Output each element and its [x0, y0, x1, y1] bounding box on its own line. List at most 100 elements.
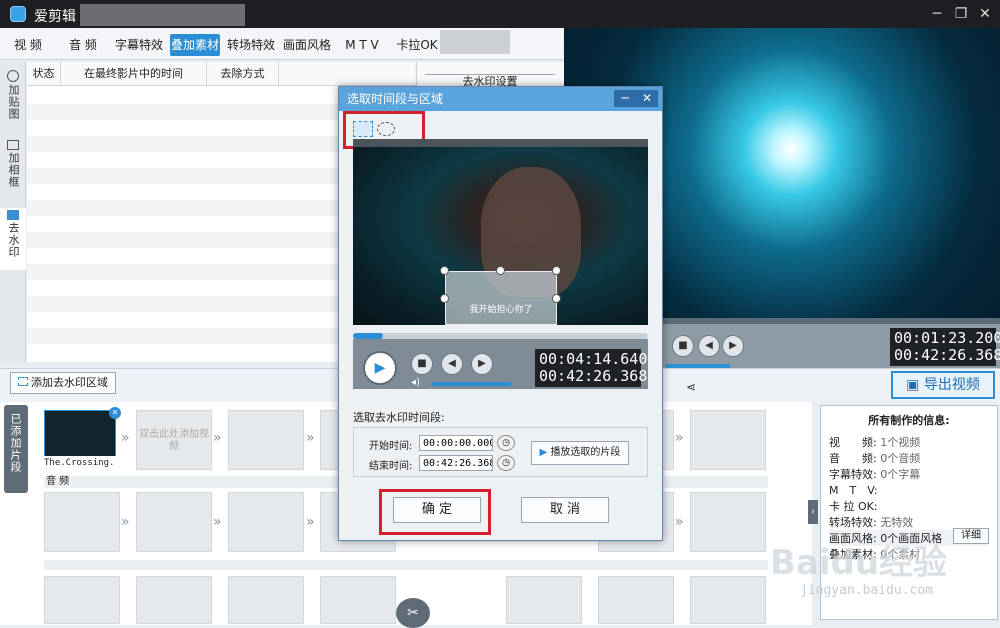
audio-slot[interactable] — [44, 492, 120, 552]
resize-handle[interactable] — [440, 266, 449, 275]
collapse-panel-icon[interactable]: › — [808, 500, 818, 524]
next-frame-icon[interactable]: ▶ — [722, 335, 744, 357]
tab-video[interactable]: 视 频 — [6, 34, 50, 56]
watermark-url: jingyan.baidu.com — [800, 583, 934, 598]
ok-button[interactable]: 确 定 — [393, 497, 481, 523]
video-slot[interactable] — [690, 410, 766, 470]
export-icon: ▣ — [906, 377, 920, 393]
watermark-icon — [7, 210, 19, 220]
info-row-video: 视 频: 1个视频 — [829, 436, 921, 449]
arrow-icon: » — [213, 430, 222, 446]
info-row-transition: 转场特效: 无特效 — [829, 516, 914, 529]
set-start-clock-icon[interactable]: ◷ — [497, 435, 515, 451]
arrow-icon: » — [675, 430, 684, 446]
section-title: 选取去水印时间段: — [353, 411, 445, 424]
dialog-stop-icon[interactable]: ■ — [411, 353, 433, 375]
tab-overlay[interactable]: 叠加素材 — [170, 34, 220, 56]
set-end-clock-icon[interactable]: ◷ — [497, 455, 515, 471]
cancel-button[interactable]: 取 消 — [521, 497, 609, 523]
preview-time-readout: 00:01:23.200 00:42:26.368 — [890, 328, 1000, 366]
video-subtitle-text: 我开始担心你了 — [469, 305, 533, 315]
tab-mtv[interactable]: M T V — [340, 34, 384, 56]
add-watermark-area-button[interactable]: 添加去水印区域 — [10, 372, 116, 394]
detail-button[interactable]: 详细 — [953, 528, 989, 544]
audio-slot[interactable] — [136, 492, 212, 552]
start-time-field[interactable] — [419, 435, 493, 451]
track-slot[interactable] — [598, 576, 674, 624]
preview-time-total: 00:42:26.368 — [894, 346, 1000, 364]
audio-slot[interactable] — [228, 492, 304, 552]
tab-transition[interactable]: 转场特效 — [226, 34, 276, 56]
track-slot[interactable] — [690, 576, 766, 624]
app-logo-icon — [10, 6, 26, 22]
col-blank — [279, 62, 415, 86]
info-title: 所有制作的信息: — [868, 414, 950, 427]
restore-icon[interactable]: ❐ — [950, 4, 972, 24]
region-icon — [18, 377, 28, 386]
info-row-subtitle: 字幕特效: 0个字幕 — [829, 468, 921, 481]
stop-icon[interactable]: ■ — [672, 335, 694, 357]
resize-handle[interactable] — [552, 294, 561, 303]
end-time-field[interactable] — [419, 455, 493, 471]
baidu-watermark: Baidu经验 — [770, 543, 948, 583]
select-range-dialog: 选取时间段与区域 ─ ✕ 我开始担心你了 ▶ ■ ◀ ▶ ◂) 00:04:14… — [338, 86, 663, 541]
resize-handle[interactable] — [496, 266, 505, 275]
dialog-prev-icon[interactable]: ◀ — [441, 353, 463, 375]
info-row-audio: 音 频: 0个音频 — [829, 452, 921, 465]
track-slot[interactable] — [44, 576, 120, 624]
track-slot[interactable] — [506, 576, 582, 624]
dialog-time-current: 00:04:14.640 — [539, 350, 648, 368]
arrow-icon: » — [213, 514, 222, 530]
track-divider — [44, 560, 768, 570]
tab-subtitle[interactable]: 字幕特效 — [114, 34, 164, 56]
track-slot[interactable] — [320, 576, 396, 624]
dialog-video-frame: 我开始担心你了 — [353, 147, 648, 325]
tab-style[interactable]: 画面风格 — [282, 34, 332, 56]
preview-time-current: 00:01:23.200 — [894, 329, 1000, 347]
share-icon[interactable]: ⋖ — [686, 380, 696, 394]
scissors-icon[interactable]: ✂ — [396, 598, 430, 628]
selection-region[interactable]: 我开始担心你了 — [445, 271, 557, 325]
volume-icon[interactable]: ◂) — [411, 377, 420, 388]
minimize-icon[interactable]: ─ — [926, 4, 948, 24]
info-row-mtv: M T V: — [829, 484, 878, 497]
resize-handle[interactable] — [552, 266, 561, 275]
rectangle-select-icon[interactable] — [353, 121, 373, 137]
video-slot[interactable] — [228, 410, 304, 470]
prev-frame-icon[interactable]: ◀ — [698, 335, 720, 357]
dialog-next-icon[interactable]: ▶ — [471, 353, 493, 375]
dialog-minimize-icon[interactable]: ─ — [614, 90, 636, 107]
arrow-icon: » — [675, 514, 684, 530]
resize-handle[interactable] — [440, 294, 449, 303]
arrow-icon: » — [121, 514, 130, 530]
remove-clip-icon[interactable]: ✕ — [109, 407, 121, 419]
side-tab-sticker[interactable]: 加贴图 — [0, 70, 26, 134]
side-tab-watermark[interactable]: 去水印 — [0, 208, 26, 270]
play-icon[interactable]: ▶ — [363, 351, 397, 385]
ellipse-select-icon[interactable] — [377, 122, 395, 136]
arrow-icon: » — [306, 514, 315, 530]
tab-audio[interactable]: 音 频 — [58, 34, 108, 56]
col-status: 状态 — [27, 62, 61, 86]
redacted-tab — [440, 30, 510, 54]
side-tab-frame[interactable]: 加相框 — [0, 140, 26, 204]
arrow-icon: » — [121, 430, 130, 446]
track-slot[interactable] — [136, 576, 212, 624]
info-row-karaoke: 卡 拉 OK: — [829, 500, 878, 513]
audio-slot[interactable] — [690, 492, 766, 552]
dialog-close-icon[interactable]: ✕ — [636, 90, 658, 107]
sticker-icon — [7, 70, 19, 82]
arrow-icon: » — [306, 430, 315, 446]
close-icon[interactable]: ✕ — [974, 4, 996, 24]
clip-name: The.Crossing.. — [44, 456, 116, 470]
app-title: 爱剪辑 — [34, 9, 76, 25]
play-selected-button[interactable]: ▶ 播放选取的片段 — [531, 441, 629, 465]
dialog-volume-slider[interactable] — [431, 382, 511, 386]
start-time-label: 开始时间: — [369, 441, 413, 452]
export-video-button[interactable]: ▣ 导出视频 — [891, 371, 995, 399]
tab-karaoke[interactable]: 卡拉OK — [392, 34, 442, 56]
frame-icon — [7, 140, 19, 150]
end-time-label: 结束时间: — [369, 461, 413, 472]
track-slot[interactable] — [228, 576, 304, 624]
add-video-slot[interactable]: 双击此处添加视频 — [136, 410, 212, 470]
